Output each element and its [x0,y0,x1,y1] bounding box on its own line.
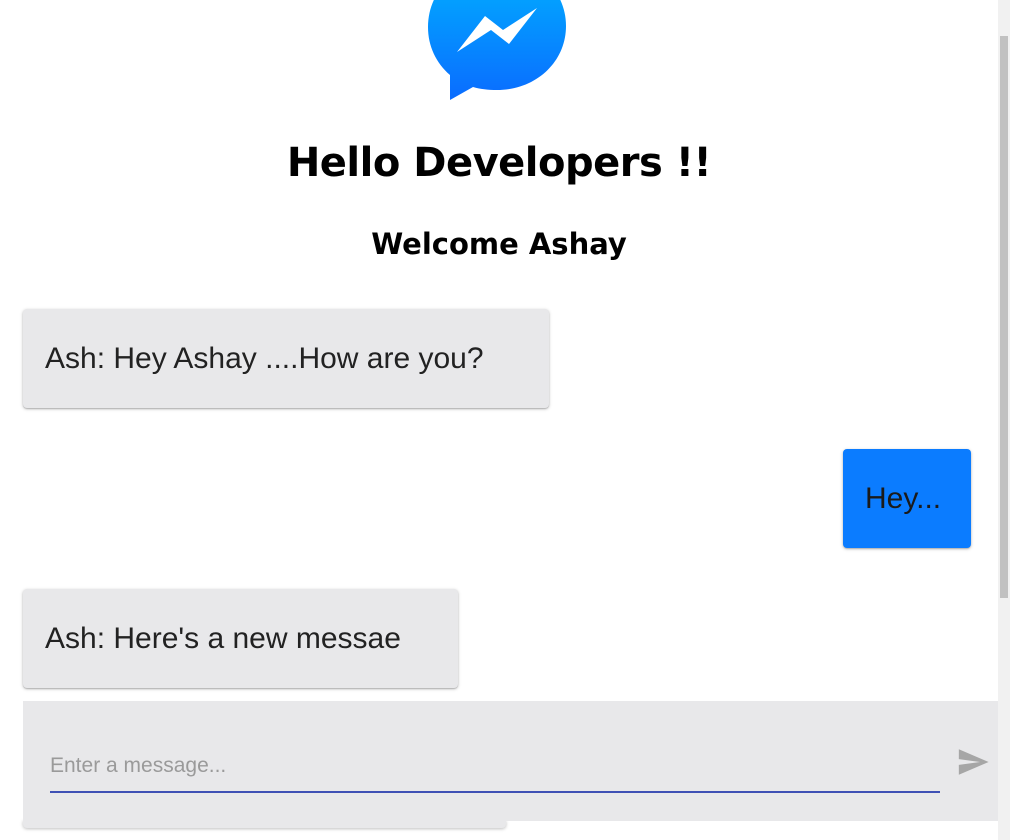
message-bubble-sent: Hey... [843,449,971,548]
page-title: Hello Developers !! [286,140,712,186]
composer-shadow [23,820,506,828]
welcome-heading: Welcome Ashay [371,227,627,261]
send-icon [958,749,989,775]
message-composer [23,701,998,821]
message-text: Hey... [865,481,942,515]
message-text: Ash: Hey Ashay ....How are you? [45,341,484,375]
send-button[interactable] [955,745,991,781]
message-text: Ash: Here's a new messae [45,621,401,655]
scrollbar[interactable] [998,0,1010,840]
scrollbar-thumb[interactable] [1000,36,1008,598]
message-input[interactable] [50,741,940,793]
message-bubble-received: Ash: Hey Ashay ....How are you? [23,309,549,408]
messenger-logo-icon [428,0,566,100]
chat-page: Hello Developers !! Welcome Ashay Ash: H… [0,0,1010,840]
message-bubble-received: Ash: Here's a new messae [23,589,458,688]
